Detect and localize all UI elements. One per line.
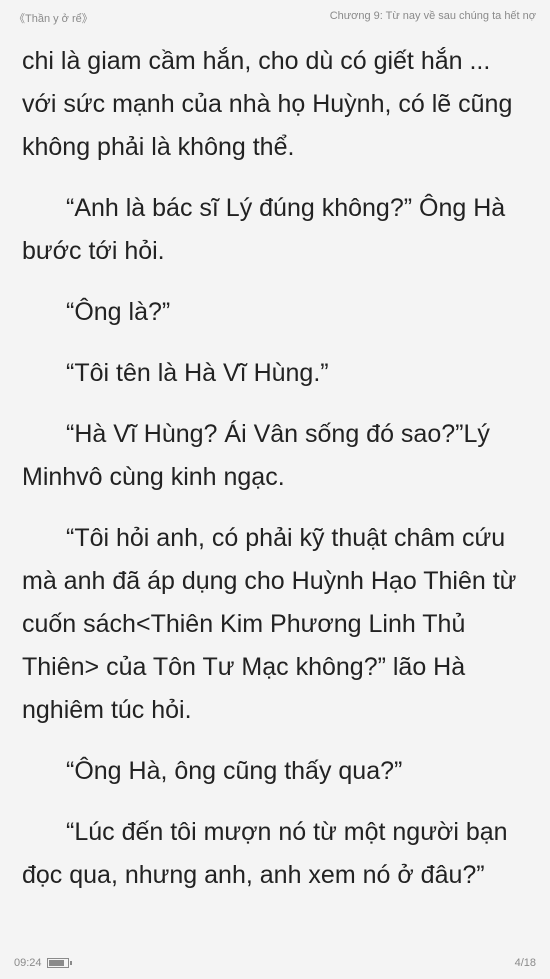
battery-nub	[70, 961, 72, 965]
clock: 09:24	[14, 957, 42, 969]
paragraph: “Lúc đến tôi mượn nó từ một người bạn đọ…	[22, 818, 508, 889]
battery-level	[49, 960, 65, 966]
paragraph: “Ông là?”	[66, 298, 171, 326]
paragraph: “Tôi hỏi anh, có phải kỹ thuật châm cứu …	[22, 524, 517, 724]
battery-icon	[47, 958, 72, 968]
paragraph: “Hà Vĩ Hùng? Ái Vân sống đó sao?”Lý Minh…	[22, 420, 490, 491]
chapter-title: Chương 9: Từ nay về sau chúng ta hết nợ	[329, 10, 536, 22]
paragraph: “Anh là bác sĩ Lý đúng không?” Ông Hà bư…	[22, 194, 506, 265]
chapter-text[interactable]: chi là giam cầm hắn, cho dù có giết hắn …	[22, 40, 528, 915]
paragraph: chi là giam cầm hắn, cho dù có giết hắn …	[22, 47, 513, 161]
page-indicator: 4/18	[514, 957, 536, 969]
book-title: 《Thần y ở rể》	[14, 13, 93, 25]
reader-header: 《Thần y ở rể》 Chương 9: Từ nay về sau ch…	[0, 0, 550, 32]
reader-footer: 09:24 4/18	[0, 949, 550, 979]
paragraph: “Tôi tên là Hà Vĩ Hùng.”	[66, 359, 329, 387]
paragraph: “Ông Hà, ông cũng thấy qua?”	[66, 757, 403, 785]
